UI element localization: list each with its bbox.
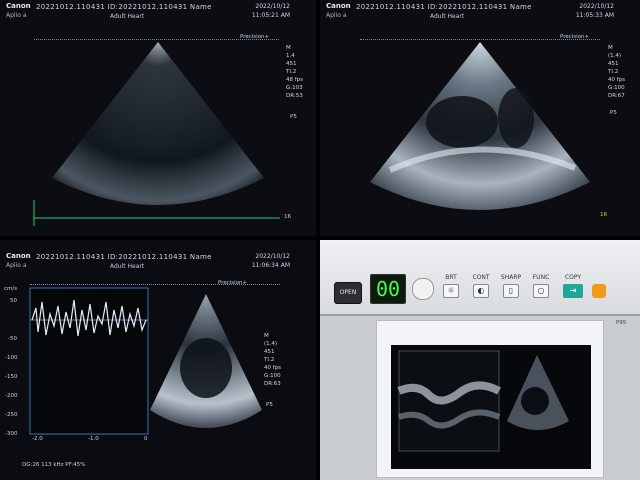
x-tick: 0	[144, 436, 148, 442]
param: M	[286, 45, 291, 51]
sharp-button[interactable]: SHARP ▯	[498, 274, 524, 304]
ultrasound-screen-2: Canon Aplio a 20221012.110431 ID:2022101…	[320, 0, 640, 236]
param: (1.4)	[264, 341, 278, 347]
open-button[interactable]: OPEN	[334, 282, 362, 304]
param: DR:67	[608, 93, 625, 99]
func-button[interactable]: FUNC ○	[528, 274, 554, 304]
param: 1.4	[286, 53, 295, 59]
param-list: M 1.4 451 TI.2 48 fps G:103 DR:53	[286, 44, 303, 100]
param: 451	[608, 61, 619, 67]
param: 40 fps	[608, 77, 626, 83]
func-icon: ○	[533, 284, 549, 298]
sector-image	[370, 42, 590, 210]
printer-photo: OPEN 00 BRT ☼ CONT ◐ SHARP ▯ FUNC ○ COPY…	[320, 240, 640, 480]
ultrasound-screen-1: Canon Aplio a 20221012.110431 ID:2022101…	[0, 0, 316, 236]
print-button[interactable]	[592, 284, 606, 298]
probe-label: P5	[266, 402, 273, 408]
param: 48 fps	[286, 77, 304, 83]
param: 451	[264, 349, 275, 355]
sharp-icon: ▯	[503, 284, 519, 298]
param: 451	[286, 61, 297, 67]
doppler-footer: DG:26 113 kHz PF:45%	[22, 462, 86, 468]
copy-icon: ⇥	[563, 284, 583, 298]
param: M	[608, 45, 613, 51]
sharp-label: SHARP	[500, 274, 522, 281]
param: TI.2	[286, 69, 297, 75]
brt-button[interactable]: BRT ☼	[438, 274, 464, 304]
cont-button[interactable]: CONT ◐	[468, 274, 494, 304]
ultrasound-screen-3: Canon Aplio a 20221012.110431 ID:2022101…	[0, 240, 316, 480]
depth-label: 16	[284, 214, 291, 220]
param: TI.2	[264, 357, 275, 363]
printed-image	[391, 345, 591, 469]
power-knob[interactable]	[412, 278, 434, 300]
copy-button[interactable]: COPY ⇥	[558, 274, 588, 304]
param: G:103	[286, 85, 303, 91]
contrast-icon: ◐	[473, 284, 489, 298]
model-label: P95	[616, 320, 627, 326]
led-display: 00	[370, 274, 406, 304]
param: DR:53	[286, 93, 303, 99]
copy-label: COPY	[564, 274, 582, 281]
param: M	[264, 333, 269, 339]
param: G:100	[608, 85, 625, 91]
probe-label: P5	[610, 110, 617, 116]
func-label: FUNC	[532, 274, 550, 281]
param: 40 fps	[264, 365, 282, 371]
param-list: M (1.4) 451 TI.2 40 fps G:100 DR:63	[264, 332, 281, 388]
printed-sheet	[376, 320, 604, 478]
param: G:100	[264, 373, 281, 379]
x-tick: -1.0	[88, 436, 99, 442]
param: DR:63	[264, 381, 281, 387]
cont-label: CONT	[472, 274, 490, 281]
x-tick: -2.0	[32, 436, 43, 442]
depth-label: 16	[600, 212, 607, 218]
param: TI.2	[608, 69, 619, 75]
param: (1.4)	[608, 53, 622, 59]
sector-image	[33, 42, 280, 226]
led-value: 00	[375, 277, 401, 301]
open-button-label: OPEN	[339, 289, 357, 296]
brt-label: BRT	[445, 274, 457, 281]
sun-icon: ☼	[443, 284, 459, 298]
param-list: M (1.4) 451 TI.2 40 fps G:100 DR:67	[608, 44, 625, 100]
probe-label: P5	[290, 114, 297, 120]
